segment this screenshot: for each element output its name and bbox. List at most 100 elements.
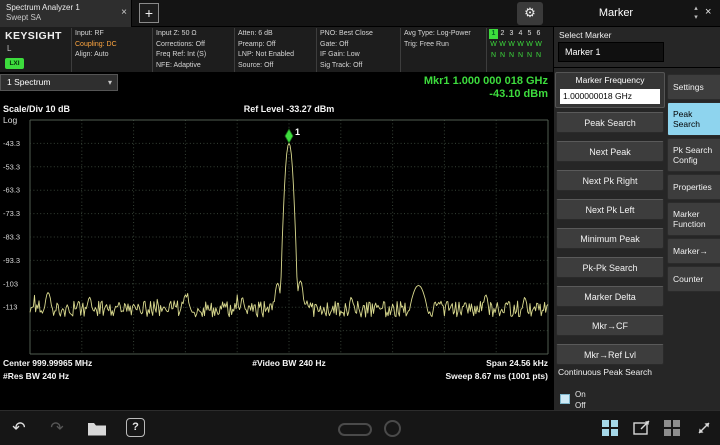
tab-close-icon[interactable]: × — [121, 7, 127, 18]
center-frequency-label[interactable]: Center 999.99965 MHz — [3, 358, 92, 368]
trace-number-6[interactable]: 6 — [534, 29, 543, 39]
menu-tab-counter[interactable]: Counter — [667, 266, 720, 292]
trace-selector-label: 1 Spectrum — [7, 77, 51, 87]
header-info-line: NFE: Adaptive — [156, 61, 201, 69]
menu-close-icon[interactable]: × — [705, 6, 711, 18]
trace-state-cell[interactable]: W — [534, 40, 543, 50]
menu-tab-settings[interactable]: Settings — [667, 74, 720, 100]
menu-tab-marker-[interactable]: Marker→ — [667, 238, 720, 264]
menu-panel-title: Marker — [598, 7, 634, 19]
header-column-separator — [71, 28, 72, 72]
app-tab-spectrum-analyzer[interactable]: Spectrum Analyzer 1 Swept SA × — [0, 0, 132, 27]
header-info-line: Trig: Free Run — [404, 40, 449, 48]
menu-collapse-button[interactable]: ▴ ▾ — [690, 4, 702, 22]
button-mkr-cf[interactable]: Mkr→CF — [556, 315, 664, 336]
folder-icon — [88, 423, 106, 436]
popout-window-button[interactable] — [632, 418, 652, 438]
quad-view-button[interactable] — [602, 420, 618, 436]
header-column-separator — [400, 28, 401, 72]
marker-frequency-field: Marker Frequency 1.000000018 GHz — [555, 72, 665, 108]
settings-gear-button[interactable]: ⚙ — [517, 2, 543, 25]
button-next-peak[interactable]: Next Peak — [556, 141, 664, 162]
header-column-separator — [316, 28, 317, 72]
span-label[interactable]: Span 24.56 kHz — [486, 358, 548, 368]
fullscreen-button[interactable] — [694, 418, 714, 438]
app-tab-title: Spectrum Analyzer 1 — [6, 3, 80, 12]
trace-number-3[interactable]: 3 — [507, 29, 516, 39]
folder-button[interactable] — [86, 418, 108, 438]
bottom-toolbar: ↶ ↷ ? — [0, 410, 720, 445]
chevron-down-icon: ▾ — [694, 14, 698, 21]
header-info-column-2: Input Z: 50 Ω Corrections: Off Freq Ref: I… — [156, 29, 206, 71]
marker-select-dropdown[interactable]: Marker 1 — [558, 42, 664, 62]
header-info-line: Source: Off — [238, 61, 274, 69]
trace-state-cell[interactable]: W — [507, 40, 516, 50]
top-bar: Spectrum Analyzer 1 Swept SA × + ⚙ Marke… — [0, 0, 720, 27]
continuous-peak-search-label: Continuous Peak Search — [558, 367, 653, 377]
trace-state-cell[interactable]: W — [516, 40, 525, 50]
menu-tab-properties[interactable]: Properties — [667, 174, 720, 200]
header-info-column-4: PNO: Best Close Gate: Off IF Gain: Low Sig … — [320, 29, 373, 71]
trace-state-cell[interactable]: N — [489, 51, 498, 61]
res-bw-label[interactable]: #Res BW 240 Hz — [3, 371, 69, 381]
marker-frequency-input[interactable]: 1.000000018 GHz — [560, 89, 660, 104]
header-info-line: Sig Track: Off — [320, 61, 363, 69]
trace-state-cell[interactable]: N — [507, 51, 516, 61]
menu-tab-pk-search-config[interactable]: Pk Search Config — [667, 138, 720, 172]
trace-number-4[interactable]: 4 — [516, 29, 525, 39]
button-peak-search[interactable]: Peak Search — [556, 112, 664, 133]
y-axis-tick-label: -63.3 — [3, 186, 20, 195]
trace-state-cell[interactable]: W — [489, 40, 498, 50]
button-pk-pk-search[interactable]: Pk-Pk Search — [556, 257, 664, 278]
gesture-ellipse-icon — [338, 423, 372, 436]
keysight-logo: KEYSIGHT — [5, 30, 62, 42]
header-info-column-5: Avg Type: Log-Power Trig: Free Run — [404, 29, 471, 50]
trace-state-cell[interactable]: N — [498, 51, 507, 61]
trace-number-5[interactable]: 5 — [525, 29, 534, 39]
button-next-pk-right[interactable]: Next Pk Right — [556, 170, 664, 191]
trace-state-cell[interactable]: W — [498, 40, 507, 50]
redo-button[interactable]: ↷ — [44, 416, 70, 442]
marker-control-panel: Select Marker Marker 1 Marker Frequency … — [553, 27, 720, 410]
header-info-line: Align: Auto — [75, 51, 109, 58]
ref-level-label[interactable]: Ref Level -33.27 dBm — [160, 104, 418, 114]
amplitude-scale-label: Log — [3, 115, 18, 125]
trace-state-cell[interactable]: W — [525, 40, 534, 50]
continuous-on-label[interactable]: On — [575, 390, 586, 399]
button-marker-delta[interactable]: Marker Delta — [556, 286, 664, 307]
continuous-peak-toggle[interactable] — [560, 394, 570, 404]
header-column-separator — [152, 28, 153, 72]
button-next-pk-left[interactable]: Next Pk Left — [556, 199, 664, 220]
lxi-badge: LXI — [5, 58, 24, 69]
marker-1-label: 1 — [295, 127, 300, 137]
header-info-line: Coupling: DC — [75, 40, 117, 48]
sweep-label[interactable]: Sweep 8.67 ms (1001 pts) — [445, 371, 548, 381]
panel-divider — [554, 67, 720, 68]
trace-number-2[interactable]: 2 — [498, 29, 507, 39]
marker-1-diamond[interactable] — [284, 128, 294, 144]
trace-number-1[interactable]: 1 — [489, 29, 498, 39]
add-tab-button[interactable]: + — [139, 3, 159, 23]
button-mkr-ref-lvl[interactable]: Mkr→Ref Lvl — [556, 344, 664, 365]
button-minimum-peak[interactable]: Minimum Peak — [556, 228, 664, 249]
video-bw-label[interactable]: #Video BW 240 Hz — [160, 358, 418, 368]
menu-tab-peak-search[interactable]: Peak Search — [667, 102, 720, 136]
header-column-separator — [234, 28, 235, 72]
spectrum-display: -43.3 -53.3 -63.3 -73.3 -83.3 -93.3 -103 -113 1 … — [0, 73, 553, 410]
y-axis-tick-label: -103 — [3, 279, 18, 288]
select-marker-label: Select Marker — [559, 30, 612, 40]
chevron-up-icon: ▴ — [694, 5, 698, 12]
tile-view-button[interactable] — [664, 420, 680, 436]
trace-state-cell[interactable]: N — [516, 51, 525, 61]
help-button[interactable]: ? — [126, 418, 145, 437]
undo-button[interactable]: ↶ — [6, 416, 32, 442]
spectrum-graph: -43.3 -53.3 -63.3 -73.3 -83.3 -93.3 -103 -113 1 — [3, 119, 549, 355]
trace-selector-dropdown[interactable]: 1 Spectrum ▾ — [0, 74, 118, 91]
continuous-off-label[interactable]: Off — [575, 401, 586, 410]
header-info-line: Gate: Off — [320, 40, 349, 48]
marker-frequency-label: Marker Frequency — [575, 75, 645, 85]
menu-tab-marker-function[interactable]: Marker Function — [667, 202, 720, 236]
scale-per-div-label[interactable]: Scale/Div 10 dB — [3, 104, 70, 114]
trace-state-cell[interactable]: N — [525, 51, 534, 61]
trace-state-cell[interactable]: N — [534, 51, 543, 61]
